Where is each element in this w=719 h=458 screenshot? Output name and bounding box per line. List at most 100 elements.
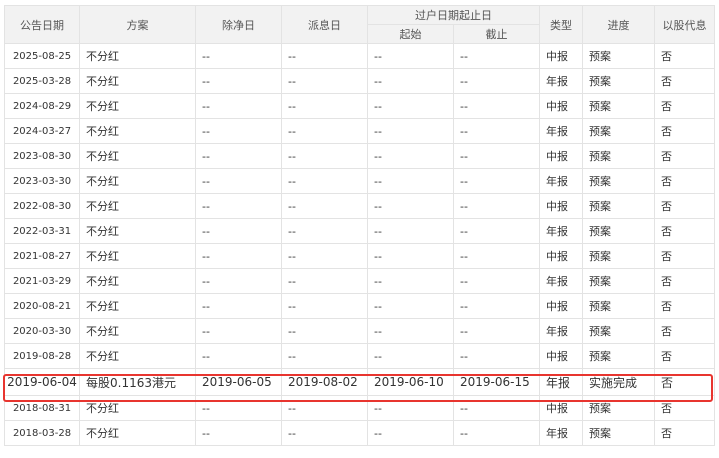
cell-transfer-end: -- xyxy=(453,243,540,269)
cell-scrip-dividend: 否 xyxy=(654,243,715,269)
cell-pay-date: -- xyxy=(281,93,368,119)
cell-type: 年报 xyxy=(539,420,583,446)
table-row: 2021-03-29 不分红 -- -- -- -- 年报 预案否 xyxy=(4,268,715,294)
cell-type: 年报 xyxy=(539,368,583,396)
cell-type: 中报 xyxy=(539,93,583,119)
cell-progress: 预案 xyxy=(582,218,655,244)
cell-announce-date: 2022-08-30 xyxy=(4,193,80,219)
cell-pay-date: -- xyxy=(281,118,368,144)
cell-transfer-end: -- xyxy=(453,293,540,319)
header-type[interactable]: 类型 xyxy=(539,5,583,44)
cell-transfer-start: -- xyxy=(367,143,454,169)
cell-transfer-start: -- xyxy=(367,218,454,244)
cell-announce-date: 2021-08-27 xyxy=(4,243,80,269)
cell-pay-date: -- xyxy=(281,420,368,446)
cell-scrip-dividend: 否 xyxy=(654,68,715,94)
cell-ex-date: 2019-06-05 xyxy=(195,368,282,396)
header-pay-date[interactable]: 派息日 xyxy=(281,5,368,44)
cell-type: 中报 xyxy=(539,395,583,421)
cell-ex-date: -- xyxy=(195,268,282,294)
header-transfer-start[interactable]: 起始 xyxy=(367,24,454,44)
cell-scrip-dividend: 否 xyxy=(654,268,715,294)
cell-transfer-start: -- xyxy=(367,43,454,69)
cell-pay-date: -- xyxy=(281,318,368,344)
header-transfer-period: 过户日期起止日 xyxy=(367,5,540,25)
cell-type: 年报 xyxy=(539,218,583,244)
cell-type: 中报 xyxy=(539,293,583,319)
cell-announce-date: 2024-08-29 xyxy=(4,93,80,119)
cell-transfer-start: -- xyxy=(367,318,454,344)
cell-transfer-start: -- xyxy=(367,243,454,269)
cell-announce-date: 2020-03-30 xyxy=(4,318,80,344)
cell-plan: 不分红 xyxy=(79,93,196,119)
cell-transfer-start: -- xyxy=(367,168,454,194)
cell-transfer-end: -- xyxy=(453,193,540,219)
cell-plan: 不分红 xyxy=(79,420,196,446)
cell-announce-date: 2024-03-27 xyxy=(4,118,80,144)
cell-plan: 不分红 xyxy=(79,293,196,319)
cell-transfer-start: -- xyxy=(367,118,454,144)
cell-plan: 不分红 xyxy=(79,143,196,169)
cell-progress: 预案 xyxy=(582,420,655,446)
cell-ex-date: -- xyxy=(195,318,282,344)
cell-transfer-end: -- xyxy=(453,43,540,69)
cell-transfer-start: -- xyxy=(367,420,454,446)
cell-progress: 预案 xyxy=(582,395,655,421)
cell-transfer-end: -- xyxy=(453,68,540,94)
header-transfer-end[interactable]: 截止 xyxy=(453,24,540,44)
table-row: 2018-03-28 不分红 -- -- -- -- 年报 预案否 xyxy=(4,420,715,446)
cell-type: 中报 xyxy=(539,193,583,219)
cell-transfer-end: -- xyxy=(453,420,540,446)
table-row: 2025-03-28 不分红 -- -- -- -- 年报 预案否 xyxy=(4,68,715,94)
table-row: 2023-03-30 不分红 -- -- -- -- 年报 预案否 xyxy=(4,168,715,194)
cell-scrip-dividend: 否 xyxy=(654,168,715,194)
table-row: 2018-08-31 不分红 -- -- -- -- 中报 预案否 xyxy=(4,395,715,421)
cell-progress: 预案 xyxy=(582,118,655,144)
header-scrip-dividend[interactable]: 以股代息 xyxy=(654,5,715,44)
cell-type: 中报 xyxy=(539,143,583,169)
cell-plan: 不分红 xyxy=(79,168,196,194)
cell-announce-date: 2023-08-30 xyxy=(4,143,80,169)
cell-scrip-dividend: 否 xyxy=(654,143,715,169)
cell-announce-date: 2022-03-31 xyxy=(4,218,80,244)
cell-ex-date: -- xyxy=(195,243,282,269)
table-row: 2020-08-21 不分红 -- -- -- -- 中报 预案否 xyxy=(4,293,715,319)
cell-scrip-dividend: 否 xyxy=(654,395,715,421)
cell-pay-date: -- xyxy=(281,343,368,369)
cell-ex-date: -- xyxy=(195,420,282,446)
cell-transfer-start: -- xyxy=(367,93,454,119)
cell-progress: 预案 xyxy=(582,293,655,319)
table-header: 公告日期 方案 除净日 派息日 过户日期起止日 类型 进度 以股代息 起始 截止 xyxy=(4,5,715,44)
table-row: 2021-08-27 不分红 -- -- -- -- 中报 预案否 xyxy=(4,243,715,269)
cell-pay-date: -- xyxy=(281,168,368,194)
header-progress[interactable]: 进度 xyxy=(582,5,655,44)
cell-announce-date: 2020-08-21 xyxy=(4,293,80,319)
cell-transfer-start: 2019-06-10 xyxy=(367,368,454,396)
cell-ex-date: -- xyxy=(195,395,282,421)
cell-transfer-start: -- xyxy=(367,293,454,319)
cell-scrip-dividend: 否 xyxy=(654,343,715,369)
cell-transfer-start: -- xyxy=(367,68,454,94)
cell-type: 年报 xyxy=(539,318,583,344)
cell-announce-date: 2025-03-28 xyxy=(4,68,80,94)
table-row: 2022-03-31 不分红 -- -- -- -- 年报 预案否 xyxy=(4,218,715,244)
cell-plan: 不分红 xyxy=(79,218,196,244)
table-row: 2025-08-25 不分红 -- -- -- -- 中报 预案否 xyxy=(4,43,715,69)
cell-ex-date: -- xyxy=(195,68,282,94)
table-row: 2023-08-30 不分红 -- -- -- -- 中报 预案否 xyxy=(4,143,715,169)
cell-transfer-start: -- xyxy=(367,193,454,219)
table-row: 2022-08-30 不分红 -- -- -- -- 中报 预案否 xyxy=(4,193,715,219)
cell-transfer-end: -- xyxy=(453,268,540,294)
header-ex-date[interactable]: 除净日 xyxy=(195,5,282,44)
cell-progress: 预案 xyxy=(582,318,655,344)
cell-ex-date: -- xyxy=(195,93,282,119)
cell-progress: 预案 xyxy=(582,43,655,69)
cell-scrip-dividend: 否 xyxy=(654,43,715,69)
table-body: 2025-08-25 不分红 -- -- -- -- 中报 预案否 2025-03-28 不分红 -… xyxy=(4,43,715,446)
cell-pay-date: -- xyxy=(281,293,368,319)
cell-progress: 预案 xyxy=(582,168,655,194)
cell-transfer-end: 2019-06-15 xyxy=(453,368,540,396)
cell-scrip-dividend: 否 xyxy=(654,420,715,446)
header-announce-date[interactable]: 公告日期 xyxy=(4,5,80,44)
header-plan[interactable]: 方案 xyxy=(79,5,196,44)
